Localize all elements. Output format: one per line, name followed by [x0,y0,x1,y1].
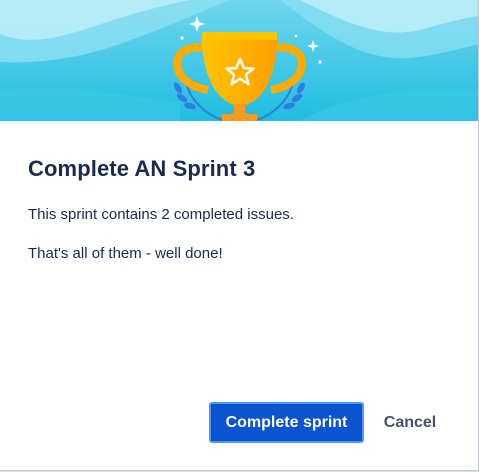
congratulations-message: That's all of them - well done! [28,245,223,262]
dialog-title: Complete AN Sprint 3 [28,156,256,181]
trophy-header-illustration [0,0,478,121]
completed-issues-summary: This sprint contains 2 completed issues. [28,206,294,223]
complete-sprint-dialog: Complete AN Sprint 3 This sprint contain… [0,0,479,471]
complete-sprint-button[interactable]: Complete sprint [209,402,364,443]
cancel-button[interactable]: Cancel [372,402,448,443]
